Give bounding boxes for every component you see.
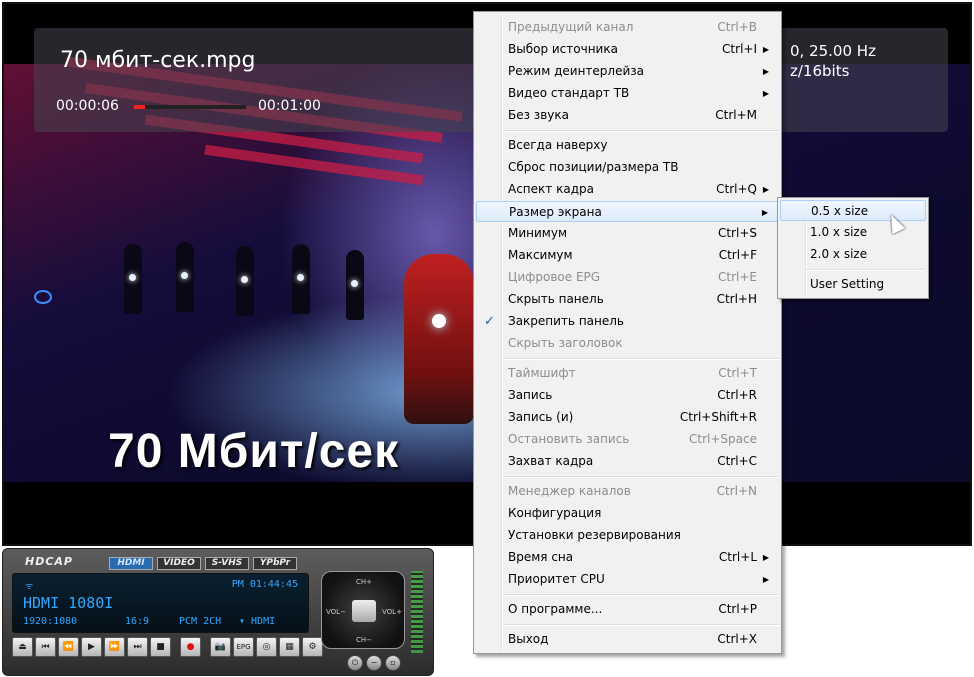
menu-item-about[interactable]: О программе... Ctrl+P — [476, 599, 779, 620]
submenu-arrow-icon: ▶ — [762, 553, 769, 562]
menu-item-source-select[interactable]: Выбор источника Ctrl+I ▶ — [476, 39, 779, 60]
lcd-audio-format: PCM 2CH — [179, 616, 222, 627]
menu-separator — [504, 130, 779, 132]
menu-item-hide-panel[interactable]: Скрыть панель Ctrl+H — [476, 289, 779, 310]
channel-up-button[interactable]: CH+ — [356, 578, 372, 586]
submenu-arrow-icon: ▶ — [762, 45, 769, 54]
menu-item-stop-record[interactable]: Остановить запись Ctrl+Space — [476, 429, 779, 450]
submenu-arrow-icon: ▶ — [762, 575, 769, 584]
dancer-silhouette — [236, 246, 254, 316]
source-video-button[interactable]: VIDEO — [157, 557, 201, 570]
channel-volume-dpad[interactable]: CH+ CH− VOL− VOL+ — [321, 571, 405, 649]
keyboard-button[interactable]: ▦ — [279, 637, 300, 657]
dpad-center-button[interactable] — [352, 600, 376, 622]
osd-total-time: 00:01:00 — [258, 98, 321, 114]
app-logo: HDCAP — [25, 555, 73, 568]
menu-item-capture-frame[interactable]: Захват кадра Ctrl+C — [476, 451, 779, 472]
ironman-figure — [404, 254, 474, 424]
menu-item-hide-title[interactable]: Скрыть заголовок — [476, 333, 779, 354]
osd-progress-fill — [134, 105, 146, 109]
menu-separator — [504, 624, 779, 626]
menu-item-reservation[interactable]: Установки резервирования — [476, 525, 779, 546]
volume-down-button[interactable]: VOL− — [326, 608, 346, 616]
osd-file-title: 70 мбит-сек.mpg — [60, 48, 256, 73]
submenu-arrow-icon: ▶ — [762, 89, 769, 98]
context-menu: Предыдущий канал Ctrl+B Выбор источника Ct… — [473, 11, 782, 654]
menu-item-pin-panel[interactable]: ✓ Закрепить панель — [476, 311, 779, 332]
snapshot-button[interactable]: 📷 — [210, 637, 231, 657]
menu-item-deinterlace[interactable]: Режим деинтерлейза ▶ — [476, 61, 779, 82]
menu-item-maximum[interactable]: Максимум Ctrl+F — [476, 245, 779, 266]
lcd-output: ▾ HDMI — [239, 616, 276, 627]
lcd-source-mode: HDMI 1080I — [23, 594, 114, 612]
dancer-silhouette — [176, 242, 194, 312]
menu-item-digital-epg[interactable]: Цифровое EPG Ctrl+E — [476, 267, 779, 288]
source-ypbpr-button[interactable]: YPbPr — [253, 557, 297, 570]
menu-item-tv-standard[interactable]: Видео стандарт ТВ ▶ — [476, 83, 779, 104]
menu-item-reset-position[interactable]: Сброс позиции/размера ТВ — [476, 157, 779, 178]
submenu-arrow-icon: ▶ — [761, 208, 768, 217]
stop-button[interactable]: ■ — [150, 637, 171, 657]
menu-separator — [806, 269, 924, 271]
dancer-silhouette — [124, 244, 142, 314]
menu-item-mute[interactable]: Без звука Ctrl+M — [476, 105, 779, 126]
menu-item-cpu-priority[interactable]: Приоритет CPU ▶ — [476, 569, 779, 590]
menu-item-prev-channel[interactable]: Предыдущий канал Ctrl+B — [476, 17, 779, 38]
submenu-item-half-size[interactable]: 0.5 x size — [780, 200, 926, 221]
eject-button[interactable]: ⏏ — [12, 637, 33, 657]
dancer-silhouette — [292, 244, 310, 314]
menu-item-screen-size[interactable]: Размер экрана ▶ — [476, 201, 779, 222]
screen-size-submenu: 0.5 x size 1.0 x size 2.0 x size User Se… — [777, 197, 929, 299]
record-button[interactable]: ● — [180, 637, 201, 657]
menu-item-always-on-top[interactable]: Всегда наверху — [476, 135, 779, 156]
transport-bar: ⏏ ⏮ ⏪ ▶ ⏩ ⏭ ■ ● 📷 EPG ◎ ▦ ⚙ — [12, 637, 323, 659]
lcd-display: ᯤ PM 01:44:45 HDMI 1080I 1920:1080 16:9 … — [12, 573, 309, 633]
source-svhs-button[interactable]: S-VHS — [205, 557, 249, 570]
channel-down-button[interactable]: CH− — [356, 636, 372, 644]
menu-item-timeshift[interactable]: Таймшифт Ctrl+T — [476, 363, 779, 384]
settings-gear-button[interactable]: ⚙ — [302, 637, 323, 657]
menu-item-configuration[interactable]: Конфигурация — [476, 503, 779, 524]
osd-audio-info: z/16bits — [790, 62, 850, 80]
power-button[interactable]: ⏻ — [347, 655, 363, 671]
osd-current-time: 00:00:06 — [56, 98, 119, 114]
osd-progress-bar[interactable] — [134, 105, 246, 109]
menu-item-aspect[interactable]: Аспект кадра Ctrl+Q ▶ — [476, 179, 779, 200]
restore-button[interactable]: ▫ — [385, 655, 401, 671]
menu-separator — [504, 476, 779, 478]
video-caption: 70 Мбит/сек — [108, 425, 400, 478]
volume-level-meter — [411, 571, 423, 653]
lcd-aspect-ratio: 16:9 — [125, 616, 150, 627]
ring-light — [34, 290, 52, 304]
signal-icon: ᯤ — [25, 582, 34, 592]
menu-item-exit[interactable]: Выход Ctrl+X — [476, 629, 779, 650]
lcd-clock: PM 01:44:45 — [231, 579, 298, 590]
menu-item-record-alt[interactable]: Запись (и) Ctrl+Shift+R — [476, 407, 779, 428]
submenu-arrow-icon: ▶ — [762, 67, 769, 76]
volume-up-button[interactable]: VOL+ — [382, 608, 402, 616]
menu-separator — [504, 594, 779, 596]
checkmark-icon: ✓ — [484, 314, 495, 329]
epg-button[interactable]: EPG — [233, 637, 254, 657]
menu-item-channel-manager[interactable]: Менеджер каналов Ctrl+N — [476, 481, 779, 502]
menu-item-minimum[interactable]: Минимум Ctrl+S — [476, 223, 779, 244]
menu-item-record[interactable]: Запись Ctrl+R — [476, 385, 779, 406]
control-panel: HDCAP HDMI VIDEO S-VHS YPbPr ᯤ PM 01:44:… — [2, 548, 434, 676]
rewind-button[interactable]: ⏪ — [58, 637, 79, 657]
prev-button[interactable]: ⏮ — [35, 637, 56, 657]
timeshift-button[interactable]: ◎ — [256, 637, 277, 657]
submenu-item-user-setting[interactable]: User Setting — [780, 274, 926, 295]
source-hdmi-button[interactable]: HDMI — [109, 557, 153, 570]
submenu-item-double-size[interactable]: 2.0 x size — [780, 244, 926, 265]
menu-separator — [504, 358, 779, 360]
minimize-button[interactable]: − — [366, 655, 382, 671]
osd-video-info: 0, 25.00 Hz — [790, 42, 876, 60]
fast-forward-button[interactable]: ⏩ — [104, 637, 125, 657]
lcd-resolution: 1920:1080 — [23, 616, 78, 627]
dancer-silhouette — [346, 250, 364, 320]
submenu-arrow-icon: ▶ — [762, 185, 769, 194]
next-button[interactable]: ⏭ — [127, 637, 148, 657]
menu-item-sleep-time[interactable]: Время сна Ctrl+L ▶ — [476, 547, 779, 568]
play-button[interactable]: ▶ — [81, 637, 102, 657]
